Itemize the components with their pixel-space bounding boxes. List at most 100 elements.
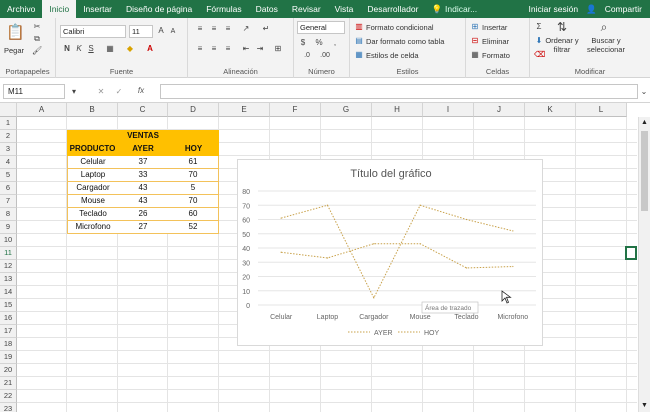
fill-color-icon[interactable]: ◆ — [124, 44, 136, 54]
insert-cells-button[interactable]: Insertar — [482, 23, 507, 32]
format-painter-icon[interactable]: 🖌 — [32, 46, 42, 56]
align-middle-icon[interactable]: ≡ — [208, 24, 220, 34]
row-header-15[interactable]: 15 — [0, 299, 17, 312]
delete-cells-button[interactable]: Eliminar — [482, 37, 509, 46]
name-box[interactable]: M11 — [3, 84, 65, 99]
paste-icon[interactable]: 📋 — [6, 22, 25, 44]
scroll-up-icon[interactable]: ▲ — [639, 117, 650, 129]
percent-icon[interactable]: % — [314, 38, 324, 48]
row-header-14[interactable]: 14 — [0, 286, 17, 299]
table-data-cell[interactable]: Teclado — [67, 208, 118, 221]
font-name-select[interactable]: Calibri — [60, 25, 126, 38]
tab-datos[interactable]: Datos — [249, 0, 285, 18]
column-header-c[interactable]: C — [118, 103, 168, 117]
vertical-scrollbar[interactable]: ▲ ▼ — [638, 117, 650, 412]
row-header-3[interactable]: 3 — [0, 143, 17, 156]
merge-center-icon[interactable]: ⊞ — [272, 44, 284, 54]
selected-cell[interactable] — [625, 246, 637, 260]
table-data-cell[interactable]: 52 — [168, 221, 219, 234]
expand-formula-icon[interactable]: ⌄ — [640, 87, 648, 97]
format-cells-button[interactable]: Formato — [482, 51, 510, 60]
row-header-11[interactable]: 11 — [0, 247, 17, 260]
cut-icon[interactable]: ✂ — [32, 22, 42, 32]
format-as-table-button[interactable]: Dar formato como tabla — [366, 37, 444, 46]
table-data-cell[interactable]: Cargador — [67, 182, 118, 195]
tab-diseño-de-página[interactable]: Diseño de página — [119, 0, 199, 18]
insert-function-icon[interactable]: fx — [134, 86, 148, 96]
tab-insertar[interactable]: Insertar — [76, 0, 119, 18]
conditional-format-button[interactable]: Formato condicional — [366, 23, 434, 32]
row-header-2[interactable]: 2 — [0, 130, 17, 143]
cell-styles-button[interactable]: Estilos de celda — [366, 51, 419, 60]
table-data-cell[interactable]: 33 — [118, 169, 168, 182]
number-format-select[interactable]: General — [297, 21, 345, 34]
table-data-cell[interactable]: Laptop — [67, 169, 118, 182]
font-size-select[interactable]: 11 — [129, 25, 153, 38]
table-header-cell[interactable]: AYER — [118, 143, 168, 156]
borders-icon[interactable]: ▦ — [104, 44, 116, 54]
align-center-icon[interactable]: ≡ — [208, 44, 220, 54]
name-box-dropdown-icon[interactable]: ▾ — [70, 87, 78, 97]
cancel-icon[interactable]: ✕ — [96, 87, 106, 97]
autosum-icon[interactable]: Σ — [534, 22, 544, 32]
column-header-a[interactable]: A — [17, 103, 67, 117]
copy-icon[interactable]: ⧉ — [32, 34, 42, 44]
find-select-icon[interactable]: ⌕ — [596, 20, 612, 34]
column-header-l[interactable]: L — [576, 103, 627, 117]
table-header-cell[interactable]: PRODUCTO — [67, 143, 118, 156]
row-header-1[interactable]: 1 — [0, 117, 17, 130]
increase-decimal-icon[interactable]: .0 — [300, 51, 314, 61]
table-data-cell[interactable]: 27 — [118, 221, 168, 234]
tab-revisar[interactable]: Revisar — [285, 0, 328, 18]
tab-archivo[interactable]: Archivo — [0, 0, 42, 18]
row-header-17[interactable]: 17 — [0, 325, 17, 338]
select-all-corner[interactable] — [0, 103, 17, 117]
tab-inicio[interactable]: Inicio — [42, 0, 77, 18]
row-header-16[interactable]: 16 — [0, 312, 17, 325]
formula-input[interactable] — [160, 84, 638, 99]
table-header-cell[interactable]: HOY — [168, 143, 219, 156]
column-header-k[interactable]: K — [525, 103, 576, 117]
share-button[interactable]: Compartir — [605, 4, 642, 14]
column-header-g[interactable]: G — [321, 103, 372, 117]
row-header-23[interactable]: 23 — [0, 403, 17, 412]
decrease-indent-icon[interactable]: ⇤ — [240, 44, 252, 54]
shrink-font-icon[interactable]: A — [168, 27, 178, 37]
sort-filter-button[interactable]: Ordenar y filtrar — [544, 36, 580, 54]
table-data-cell[interactable]: 70 — [168, 195, 219, 208]
table-data-cell[interactable]: 43 — [118, 182, 168, 195]
tab-fórmulas[interactable]: Fórmulas — [199, 0, 248, 18]
table-data-cell[interactable]: 43 — [118, 195, 168, 208]
row-header-22[interactable]: 22 — [0, 390, 17, 403]
align-bottom-icon[interactable]: ≡ — [222, 24, 234, 34]
table-data-cell[interactable]: 37 — [118, 156, 168, 169]
column-header-f[interactable]: F — [270, 103, 321, 117]
sort-filter-icon[interactable]: ⇅ — [554, 20, 570, 34]
increase-indent-icon[interactable]: ⇥ — [254, 44, 266, 54]
align-top-icon[interactable]: ≡ — [194, 24, 206, 34]
tab-vista[interactable]: Vista — [328, 0, 361, 18]
underline-icon[interactable]: S — [86, 44, 96, 54]
scroll-thumb[interactable] — [641, 131, 648, 211]
row-header-12[interactable]: 12 — [0, 260, 17, 273]
decrease-decimal-icon[interactable]: .00 — [318, 51, 332, 61]
table-title-cell[interactable]: VENTAS — [67, 130, 219, 143]
comma-style-icon[interactable]: , — [330, 38, 340, 48]
table-data-cell[interactable]: 70 — [168, 169, 219, 182]
row-header-19[interactable]: 19 — [0, 351, 17, 364]
column-header-j[interactable]: J — [474, 103, 525, 117]
line-chart[interactable]: Título del gráfico 0 10 20 30 40 50 60 70 80 Celul… — [237, 159, 543, 346]
row-header-20[interactable]: 20 — [0, 364, 17, 377]
clear-icon[interactable]: ⌫ — [534, 50, 545, 60]
share-icon[interactable]: 👤 — [586, 4, 597, 15]
column-header-b[interactable]: B — [67, 103, 118, 117]
worksheet-grid[interactable]: A B C D E F G H I J K L 1 2 3 4 5 6 7 8 9 10 11 12 13 14 15 16 17 18 1… — [0, 103, 650, 412]
column-header-e[interactable]: E — [219, 103, 270, 117]
row-header-9[interactable]: 9 — [0, 221, 17, 234]
row-header-8[interactable]: 8 — [0, 208, 17, 221]
row-header-5[interactable]: 5 — [0, 169, 17, 182]
row-header-6[interactable]: 6 — [0, 182, 17, 195]
row-header-4[interactable]: 4 — [0, 156, 17, 169]
row-header-10[interactable]: 10 — [0, 234, 17, 247]
grow-font-icon[interactable]: A — [156, 26, 166, 36]
